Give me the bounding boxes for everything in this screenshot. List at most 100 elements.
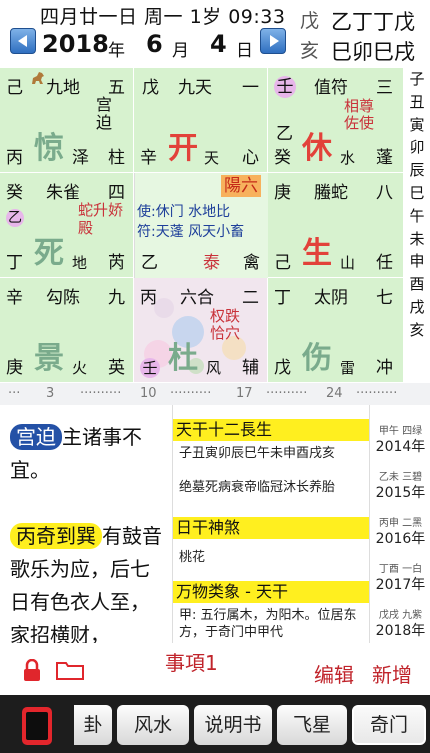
- tag-gongpo[interactable]: 宫迫: [10, 424, 62, 450]
- month-value[interactable]: 6: [146, 30, 163, 58]
- palace-deity: 太阴: [314, 288, 348, 308]
- palace-door: 开: [168, 131, 198, 166]
- action-bar: 事項1 编辑 新增: [0, 643, 430, 695]
- palace-kun[interactable]: 壬 值符 三 相尊佐使 乙 休 癸 水 蓬: [268, 68, 404, 173]
- palace-star-char: 地: [72, 254, 88, 272]
- info-panel[interactable]: 天干十二長生 子丑寅卯辰巳午未申酉戌亥 绝墓死病衰帝临冠沐长养胎 日干神煞 桃花…: [172, 405, 370, 643]
- section-header-shensha: 日干神煞: [173, 517, 369, 539]
- day-value[interactable]: 4: [210, 30, 227, 58]
- ju-badge: 陽六: [221, 175, 261, 197]
- palace-deity: 勾陈: [46, 288, 80, 308]
- hour-branch[interactable]: 巳: [404, 182, 430, 205]
- palace-door: 死: [34, 236, 64, 271]
- palace-stem: 丙: [140, 288, 157, 308]
- palace-stem-earth: 乙: [141, 253, 158, 273]
- lunar-date: 四月廿一日 周一 1岁 09:33: [40, 6, 286, 28]
- arrow-left-icon: [17, 35, 27, 47]
- year-item[interactable]: 甲午 四绿 2014年: [370, 425, 430, 457]
- palace-note: 相尊佐使: [344, 97, 375, 132]
- palace-stem: 丁: [274, 288, 291, 308]
- year-item[interactable]: 丙申 二黑 2016年: [370, 517, 430, 549]
- year-item[interactable]: 乙未 三碧 2015年: [370, 471, 430, 503]
- palace-door: 伤: [302, 341, 332, 376]
- qimen-grid: 己 九地 五 宫迫 惊 丙 泽 柱 戊 九天 一 开 辛 天 心 壬 值符 三 …: [0, 68, 404, 411]
- tab-manual[interactable]: 说明书: [194, 705, 272, 745]
- palace-gen[interactable]: 辛 勾陈 九 景 庚 火 英: [0, 278, 134, 383]
- hour-branch[interactable]: 酉: [404, 273, 430, 296]
- palace-deity: 值符: [314, 78, 348, 98]
- hour-branch[interactable]: 戌: [404, 296, 430, 319]
- palace-star-char: 雷: [340, 359, 356, 377]
- hour-branch-list: 子 丑 寅 卯 辰 巳 午 未 申 酉 戌 亥: [404, 68, 430, 383]
- ganzhi-top-value: 乙丁丁戊: [331, 10, 415, 34]
- palace-xun[interactable]: 己 九地 五 宫迫 惊 丙 泽 柱: [0, 68, 134, 173]
- section-header-leixiang: 万物类象 - 天干: [173, 581, 369, 603]
- tab-gua[interactable]: 卦: [74, 705, 112, 745]
- palace-star: 禽: [243, 253, 260, 273]
- palace-star: 冲: [376, 358, 393, 378]
- palace-star-char: 水: [340, 149, 356, 167]
- ganzhi-bottom-value: 巳卯巳戌: [331, 40, 415, 64]
- hour-branch[interactable]: 寅: [404, 114, 430, 137]
- palace-stem: 辛: [6, 288, 23, 308]
- lock-icon[interactable]: [22, 659, 42, 681]
- palace-deity: 螣蛇: [314, 183, 348, 203]
- hour-branch[interactable]: 子: [404, 68, 430, 91]
- hour-branch[interactable]: 辰: [404, 159, 430, 182]
- palace-qian[interactable]: 丁 太阴 七 伤 戊 雷 冲: [268, 278, 404, 383]
- prev-day-button[interactable]: [10, 28, 36, 54]
- palace-deity: 六合: [180, 288, 214, 308]
- palace-kan[interactable]: 丙 六合 二 权跌恰穴 杜 壬 风 辅: [134, 278, 268, 383]
- palace-star: 柱: [108, 148, 125, 168]
- hour-branch[interactable]: 午: [404, 205, 430, 228]
- palace-deity: 朱雀: [46, 183, 80, 203]
- palace-number: 九: [108, 288, 125, 308]
- interpretation-panel[interactable]: 宫迫 主诸事不宜。 丙奇到巽 有鼓音歌乐为应，后七日有色衣人至，家招横财，: [0, 405, 172, 647]
- palace-door: 休: [302, 131, 332, 166]
- shensha-text: 桃花: [179, 550, 206, 565]
- tab-fengshui[interactable]: 风水: [117, 705, 189, 745]
- palace-stem-earth: 戊: [274, 358, 291, 378]
- palace-star-char: 泽: [72, 148, 89, 168]
- palace-stem: 癸: [6, 183, 23, 203]
- palace-stem-earth: 壬: [140, 358, 160, 378]
- hour-branch[interactable]: 卯: [404, 136, 430, 159]
- palace-door: 生: [302, 236, 332, 271]
- tab-feixing[interactable]: 飞星: [277, 705, 347, 745]
- edit-button[interactable]: 编辑: [314, 659, 354, 688]
- horse-icon: [32, 72, 44, 84]
- hour-branch[interactable]: 亥: [404, 319, 430, 342]
- day-scale[interactable]: ··· 3 ·········· 10 ·········· 17 ······…: [0, 383, 430, 405]
- leixiang-text: 甲: 五行属木，为阳木。位居东方，于奇门中甲代: [179, 608, 357, 640]
- hour-branch[interactable]: 申: [404, 250, 430, 273]
- palace-door: 景: [34, 341, 64, 376]
- hour-branch[interactable]: 丑: [404, 91, 430, 114]
- palace-star-char: 天: [204, 149, 220, 167]
- palace-number: 二: [242, 288, 259, 308]
- palace-star-char: 风: [206, 359, 222, 377]
- hour-branch[interactable]: 未: [404, 228, 430, 251]
- add-button[interactable]: 新增: [372, 659, 412, 688]
- phone-icon[interactable]: [22, 707, 52, 745]
- tag-bingqi[interactable]: 丙奇到巽: [10, 523, 102, 549]
- palace-li[interactable]: 戊 九天 一 开 辛 天 心: [134, 68, 268, 173]
- next-day-button[interactable]: [260, 28, 286, 54]
- item-title[interactable]: 事項1: [165, 647, 218, 676]
- palace-stem: 壬: [274, 76, 296, 98]
- year-list[interactable]: 甲午 四绿 2014年 乙未 三碧 2015年 丙申 二黑 2016年 丁酉 一白 20…: [369, 405, 430, 643]
- section-header-changsheng: 天干十二長生: [173, 419, 369, 441]
- palace-stem-earth: 辛: [140, 148, 157, 168]
- changsheng-branches: 子丑寅卯辰巳午未申酉戌亥: [179, 446, 336, 461]
- year-item[interactable]: 戊戌 九紫 2018年: [370, 609, 430, 641]
- palace-zhen[interactable]: 癸 朱雀 四 乙 蛇升娇殿 死 丁 地 芮: [0, 173, 134, 278]
- month-unit: 月: [172, 41, 189, 61]
- palace-stem-earth: 丙: [6, 148, 23, 168]
- ruler-door: 使:休门 水地比: [137, 204, 231, 220]
- folder-icon[interactable]: [56, 660, 84, 680]
- ganzhi-top-label: 戊: [300, 10, 320, 32]
- year-item[interactable]: 丁酉 一白 2017年: [370, 563, 430, 595]
- palace-dui[interactable]: 庚 螣蛇 八 生 己 山 任: [268, 173, 404, 278]
- year-value[interactable]: 2018: [42, 30, 109, 58]
- tab-qimen[interactable]: 奇门: [352, 705, 426, 745]
- year-unit: 年: [108, 41, 125, 61]
